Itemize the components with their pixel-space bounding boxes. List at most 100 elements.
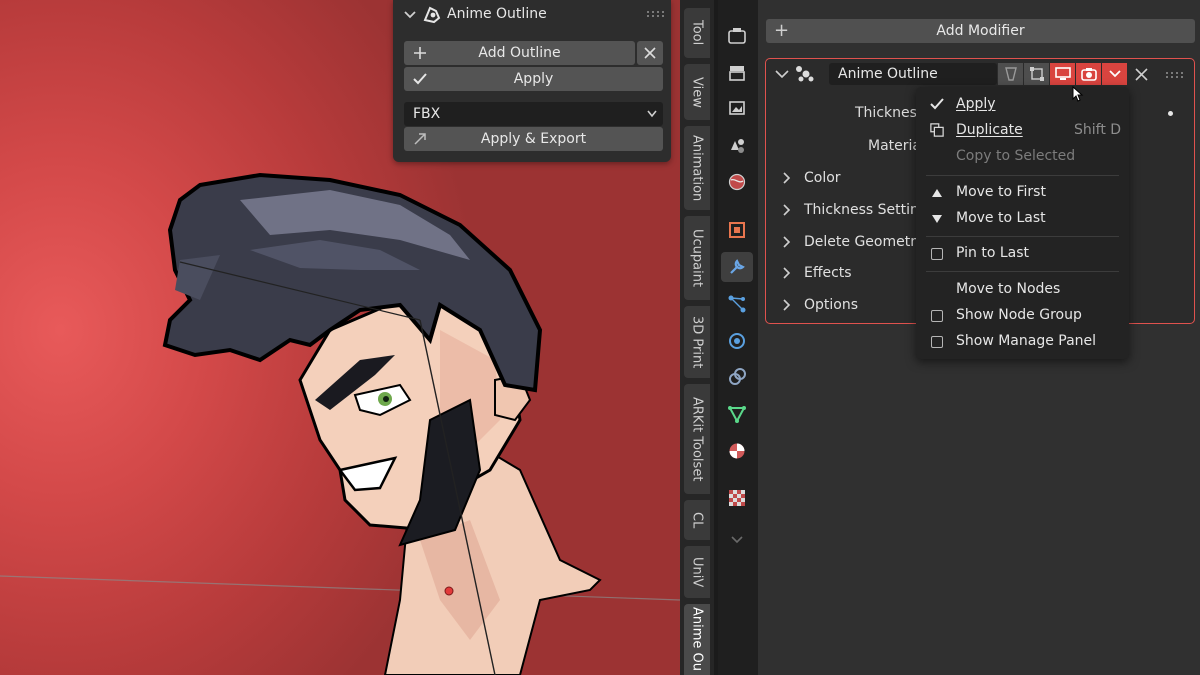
panel-title: Anime Outline	[447, 6, 547, 22]
triangle-down-icon	[930, 212, 944, 226]
add-outline-label: Add Outline	[478, 45, 561, 61]
drag-handle-icon[interactable]	[647, 11, 665, 17]
geometry-nodes-icon	[796, 66, 814, 82]
chevron-down-icon	[1108, 70, 1121, 78]
menu-item-move-to-last[interactable]: Move to Last	[956, 210, 1046, 226]
render-properties-icon[interactable]	[721, 58, 753, 88]
viewport-display-toggle[interactable]	[1050, 63, 1075, 85]
apply-button[interactable]: Apply	[404, 67, 663, 91]
subpanel-effects[interactable]: Effects	[782, 265, 852, 281]
menu-item-copy-to-selected: Copy to Selected	[956, 148, 1076, 164]
tab-label: UniV	[689, 556, 705, 588]
subpanel-delete-geometry[interactable]: Delete Geometry	[782, 234, 924, 250]
subpanel-color[interactable]: Color	[782, 170, 841, 186]
particles-properties-icon[interactable]	[721, 289, 753, 319]
apply-export-label: Apply & Export	[480, 131, 587, 147]
modifier-menu-dropdown[interactable]	[1102, 63, 1127, 85]
chevron-right-icon	[783, 204, 791, 216]
tab-cl[interactable]: CL	[684, 500, 710, 540]
add-modifier-label: Add Modifier	[936, 23, 1025, 39]
subpanel-label: Options	[804, 297, 859, 313]
tab-label: Ucupaint	[689, 228, 705, 288]
chevron-down-icon	[647, 110, 657, 118]
constraints-properties-icon[interactable]	[721, 362, 753, 392]
chevron-right-icon	[783, 236, 791, 248]
world-properties-icon[interactable]	[721, 167, 753, 197]
menu-item-duplicate[interactable]: Duplicate	[956, 122, 1023, 138]
menu-item-show-node-group[interactable]: Show Node Group	[956, 307, 1082, 323]
modifier-name-field[interactable]: Anime Outline	[829, 63, 997, 85]
panel-header[interactable]: Anime Outline	[393, 0, 671, 30]
add-outline-button[interactable]: Add Outline	[404, 41, 635, 65]
chevron-right-icon	[783, 299, 791, 311]
tab-view[interactable]: View	[684, 64, 710, 120]
chevron-down-icon[interactable]	[775, 68, 789, 80]
data-properties-icon[interactable]	[721, 399, 753, 429]
menu-item-apply[interactable]: Apply	[956, 96, 996, 112]
tab-animation[interactable]: Animation	[684, 126, 710, 210]
tool-properties-icon[interactable]	[721, 21, 753, 51]
check-icon	[930, 97, 944, 111]
close-icon[interactable]	[1135, 68, 1148, 81]
menu-item-show-manage-panel[interactable]: Show Manage Panel	[956, 333, 1096, 349]
subpanel-options[interactable]: Options	[782, 297, 858, 313]
subpanel-label: Effects	[804, 265, 852, 281]
anime-outline-logo-icon	[423, 6, 441, 24]
thickness-label: Thickness	[855, 105, 925, 121]
tab-label: ARKit Toolset	[689, 396, 705, 482]
apply-label: Apply	[513, 71, 554, 87]
plus-icon	[414, 47, 426, 59]
subpanel-label: Color	[804, 170, 841, 186]
cage-icon	[1029, 67, 1044, 81]
tab-univ[interactable]: UniV	[684, 546, 710, 598]
output-properties-icon[interactable]	[721, 93, 753, 123]
chevron-down-icon[interactable]	[403, 8, 417, 22]
tab-anime-outline[interactable]: Anime Ou	[684, 604, 710, 675]
export-format-value: FBX	[413, 106, 441, 122]
remove-outline-button[interactable]	[637, 41, 663, 65]
mouse-cursor-icon	[1072, 86, 1084, 102]
monitor-icon	[1054, 67, 1071, 80]
checkbox-icon[interactable]	[930, 309, 944, 323]
tab-arkit-toolset[interactable]: ARKit Toolset	[684, 384, 710, 494]
edit-mode-icon	[1004, 67, 1017, 81]
menu-separator	[926, 175, 1119, 176]
tab-label: Tool	[689, 20, 705, 46]
triangle-up-icon	[930, 186, 944, 200]
chevron-right-icon	[783, 267, 791, 279]
subpanel-label: Delete Geometry	[804, 234, 925, 250]
export-format-select[interactable]: FBX	[404, 102, 663, 126]
object-properties-icon[interactable]	[721, 215, 753, 245]
checkbox-icon[interactable]	[930, 335, 944, 349]
menu-item-move-to-nodes[interactable]: Move to Nodes	[956, 281, 1060, 297]
checkbox-icon[interactable]	[930, 247, 944, 261]
tab-tool[interactable]: Tool	[684, 8, 710, 58]
check-icon	[413, 73, 427, 85]
material-properties-icon[interactable]	[721, 436, 753, 466]
tab-ucupaint[interactable]: Ucupaint	[684, 216, 710, 300]
menu-item-move-to-first[interactable]: Move to First	[956, 184, 1046, 200]
keyframe-dot-icon[interactable]	[1168, 111, 1173, 116]
tab-label: View	[689, 76, 705, 108]
chevron-down-icon[interactable]	[721, 525, 753, 555]
material-label: Materia	[868, 138, 921, 154]
render-toggle[interactable]	[1076, 63, 1101, 85]
on-cage-toggle[interactable]	[1024, 63, 1049, 85]
edit-mode-toggle[interactable]	[998, 63, 1023, 85]
subpanel-thickness-settings[interactable]: Thickness Settings	[782, 202, 935, 218]
tab-label: Anime Ou	[689, 607, 705, 672]
menu-separator	[926, 236, 1119, 237]
scene-properties-icon[interactable]	[721, 130, 753, 160]
apply-export-button[interactable]: Apply & Export	[404, 127, 663, 151]
tab-3d-print[interactable]: 3D Print	[684, 306, 710, 378]
tab-label: 3D Print	[689, 315, 705, 369]
tab-label: CL	[689, 511, 705, 529]
export-arrow-icon	[414, 133, 426, 145]
physics-properties-icon[interactable]	[721, 326, 753, 356]
add-modifier-button[interactable]: + Add Modifier	[766, 19, 1195, 43]
drag-handle-icon[interactable]	[1166, 72, 1184, 78]
texture-properties-icon[interactable]	[721, 483, 753, 513]
duplicate-icon	[930, 123, 944, 137]
modifier-properties-icon[interactable]	[721, 252, 753, 282]
menu-item-pin-to-last[interactable]: Pin to Last	[956, 245, 1029, 261]
